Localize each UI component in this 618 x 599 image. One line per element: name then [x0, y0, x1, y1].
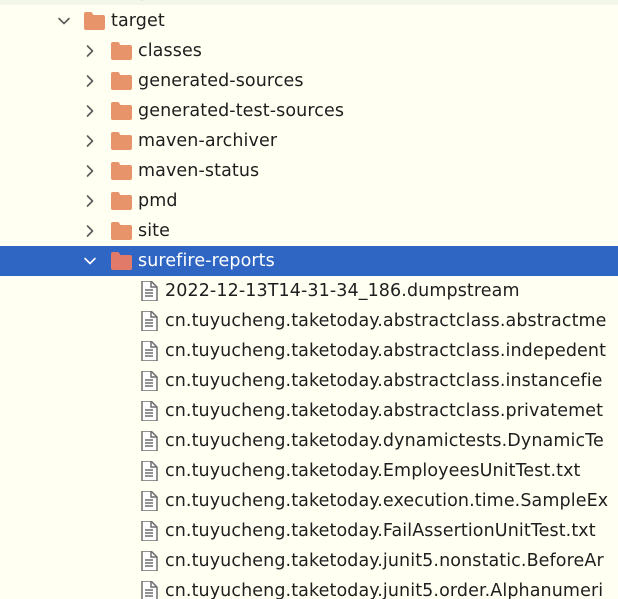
folder-icon	[111, 222, 132, 240]
tree-node-pmd[interactable]: pmd	[0, 186, 618, 216]
text-file-icon	[140, 401, 158, 421]
tree-node-generated-sources[interactable]: generated-sources	[0, 66, 618, 96]
text-file-icon	[140, 521, 158, 541]
tree-node-surefire-reports[interactable]: surefire-reports	[0, 246, 618, 276]
text-file-icon	[140, 311, 158, 331]
tree-node-label: cn.tuyucheng.taketoday.FailAssertionUnit…	[165, 521, 596, 541]
tree-node-label: site	[138, 221, 171, 241]
text-file-icon	[140, 461, 158, 481]
project-tree: ⌐_ target classes generated-sources	[0, 0, 618, 599]
tree-node-label: cn.tuyucheng.taketoday.abstractclass.pri…	[165, 401, 604, 421]
tree-node-label: maven-archiver	[138, 131, 278, 151]
tree-node-classes[interactable]: classes	[0, 36, 618, 66]
tree-node-label: classes	[138, 41, 203, 61]
chevron-right-icon[interactable]	[82, 43, 98, 59]
tree-node-file[interactable]: cn.tuyucheng.taketoday.abstractclass.ind…	[0, 336, 618, 366]
tree-node-generated-test-sources[interactable]: generated-test-sources	[0, 96, 618, 126]
tree-node-file[interactable]: cn.tuyucheng.taketoday.FailAssertionUnit…	[0, 516, 618, 546]
tree-node-file[interactable]: cn.tuyucheng.taketoday.abstractclass.abs…	[0, 306, 618, 336]
chevron-right-icon[interactable]	[82, 223, 98, 239]
folder-icon	[111, 162, 132, 180]
chevron-right-icon[interactable]	[82, 103, 98, 119]
chevron-down-icon[interactable]	[82, 253, 98, 269]
tree-node-file[interactable]: cn.tuyucheng.taketoday.dynamictests.Dyna…	[0, 426, 618, 456]
tree-node-label: maven-status	[138, 161, 260, 181]
tree-node-file[interactable]: cn.tuyucheng.taketoday.EmployeesUnitTest…	[0, 456, 618, 486]
tree-node-file[interactable]: cn.tuyucheng.taketoday.execution.time.Sa…	[0, 486, 618, 516]
tree-node-maven-archiver[interactable]: maven-archiver	[0, 126, 618, 156]
tree-node-label: cn.tuyucheng.taketoday.junit5.nonstatic.…	[165, 551, 604, 571]
tree-node-label: target	[111, 11, 165, 31]
tree-node-site[interactable]: site	[0, 216, 618, 246]
chevron-right-icon[interactable]	[82, 73, 98, 89]
folder-icon	[84, 12, 105, 30]
tree-node-label: cn.tuyucheng.taketoday.abstractclass.ins…	[165, 371, 603, 391]
text-file-icon	[140, 491, 158, 511]
tree-node-file[interactable]: cn.tuyucheng.taketoday.junit5.order.Alph…	[0, 576, 618, 599]
tree-node-label: generated-test-sources	[138, 101, 345, 121]
tree-node-label: generated-sources	[138, 71, 304, 91]
folder-icon	[111, 42, 132, 60]
tree-node-label: pmd	[138, 191, 178, 211]
tree-node-file[interactable]: 2022-12-13T14-31-34_186.dumpstream	[0, 276, 618, 306]
clipped-item-above: ⌐_	[140, 0, 162, 3]
text-file-icon	[140, 551, 158, 571]
chevron-down-icon[interactable]	[56, 13, 72, 29]
text-file-icon	[140, 371, 158, 391]
tree-node-file[interactable]: cn.tuyucheng.taketoday.junit5.nonstatic.…	[0, 546, 618, 576]
text-file-icon	[140, 281, 158, 301]
text-file-icon	[140, 581, 158, 599]
chevron-right-icon[interactable]	[82, 133, 98, 149]
folder-icon	[111, 132, 132, 150]
tree-node-label: surefire-reports	[138, 251, 275, 271]
chevron-right-icon[interactable]	[82, 163, 98, 179]
folder-icon	[111, 252, 132, 270]
text-file-icon	[140, 341, 158, 361]
folder-icon	[111, 192, 132, 210]
tree-node-label: cn.tuyucheng.taketoday.execution.time.Sa…	[165, 491, 609, 511]
tree-node-label: cn.tuyucheng.taketoday.dynamictests.Dyna…	[165, 431, 604, 451]
tree-top-edge	[0, 0, 618, 5]
tree-node-label: cn.tuyucheng.taketoday.junit5.order.Alph…	[165, 581, 604, 599]
tree-node-label: cn.tuyucheng.taketoday.EmployeesUnitTest…	[165, 461, 581, 481]
tree-node-label: 2022-12-13T14-31-34_186.dumpstream	[165, 281, 520, 301]
tree-node-maven-status[interactable]: maven-status	[0, 156, 618, 186]
chevron-right-icon[interactable]	[82, 193, 98, 209]
folder-icon	[111, 72, 132, 90]
tree-node-target[interactable]: target	[0, 6, 618, 36]
tree-node-label: cn.tuyucheng.taketoday.abstractclass.ind…	[165, 341, 607, 361]
tree-node-file[interactable]: cn.tuyucheng.taketoday.abstractclass.pri…	[0, 396, 618, 426]
tree-node-label: cn.tuyucheng.taketoday.abstractclass.abs…	[165, 311, 607, 331]
tree-node-file[interactable]: cn.tuyucheng.taketoday.abstractclass.ins…	[0, 366, 618, 396]
text-file-icon	[140, 431, 158, 451]
folder-icon	[111, 102, 132, 120]
